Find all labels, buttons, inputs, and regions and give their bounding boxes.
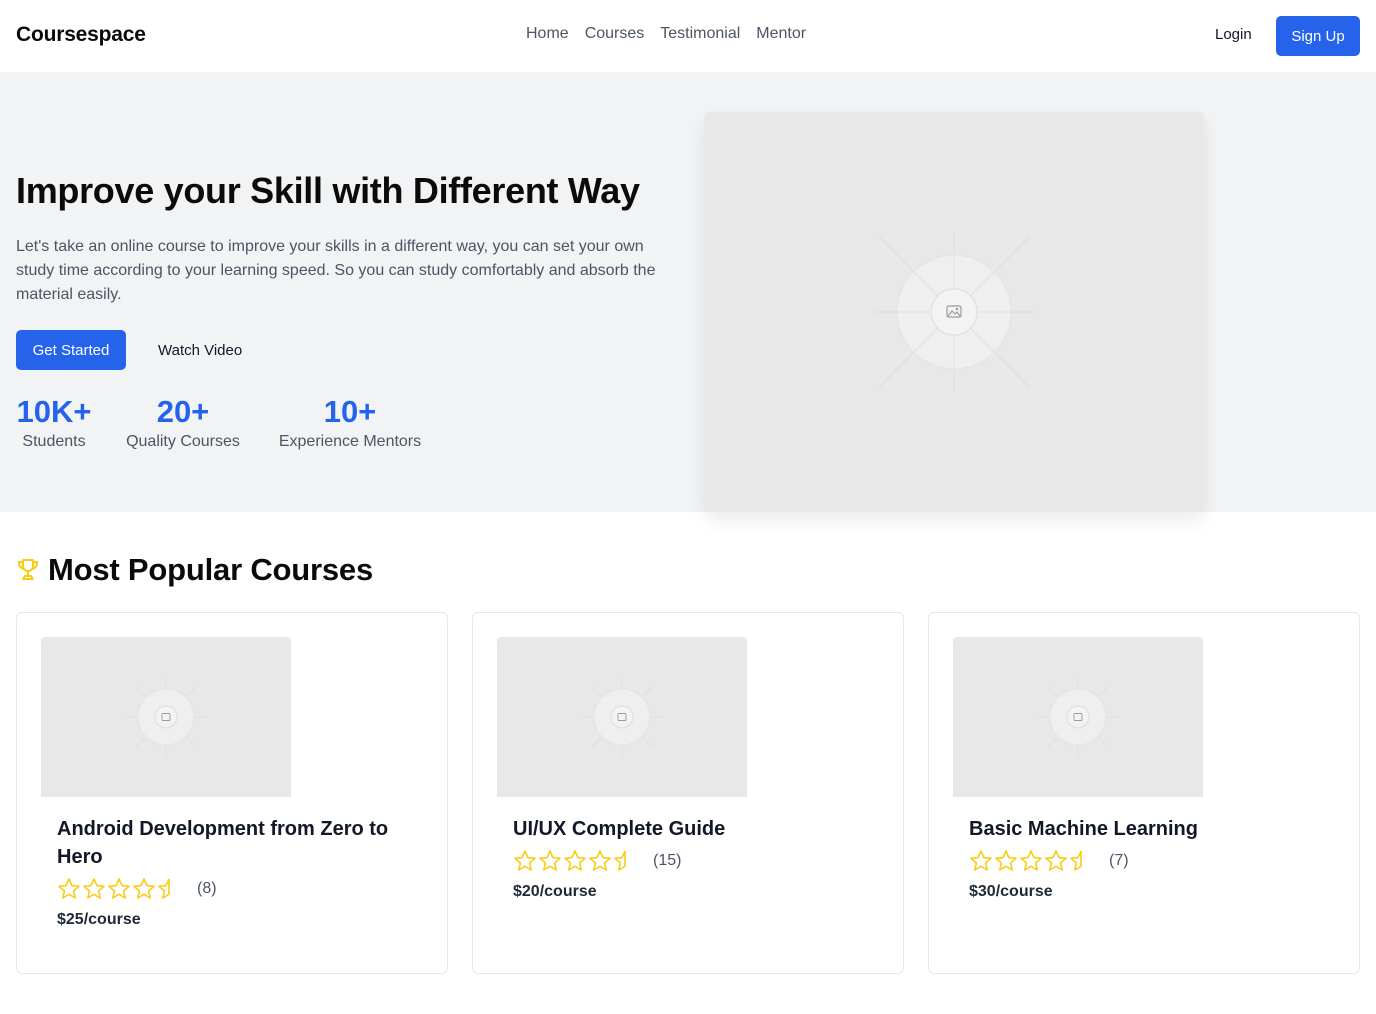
star-half-icon [614,850,626,871]
course-card[interactable]: UI/UX Complete Guide (15) $20/course [472,612,904,974]
image-placeholder-icon [582,677,662,757]
get-started-button[interactable]: Get Started [16,330,126,370]
course-card[interactable]: Android Development from Zero to Hero (8… [16,612,448,974]
course-title[interactable]: Android Development from Zero to Hero [57,815,417,871]
stat-label: Experience Mentors [278,433,422,450]
star-icon [83,878,105,899]
course-image-placeholder [953,637,1203,797]
star-half-icon [158,878,170,899]
image-placeholder-icon [126,677,206,757]
star-icon [514,850,536,871]
main-nav: Home Courses Testimonial Mentor [518,25,814,43]
nav-link-courses[interactable]: Courses [577,25,653,43]
course-rating: (8) [57,877,217,901]
course-image-placeholder [41,637,291,797]
rating-count: (15) [653,852,682,869]
stat-courses: 20+ Quality Courses [122,394,244,452]
hero-description: Let's take an online course to improve y… [16,238,656,303]
course-title[interactable]: Basic Machine Learning [969,815,1329,843]
popular-courses-header: Most Popular Courses [16,552,373,588]
star-icon [539,850,561,871]
stat-label: Students [22,433,86,450]
star-icon [58,878,80,899]
nav-link-mentor[interactable]: Mentor [748,25,814,43]
image-placeholder-icon [874,232,1034,392]
hero-section: Improve your Skill with Different Way Le… [0,72,1376,512]
star-icon [589,850,611,871]
site-logo[interactable]: Coursespace [16,23,146,47]
stat-value: 10K+ [16,394,92,429]
star-icon [995,850,1017,871]
course-price: $20/course [513,883,597,900]
course-rating: (15) [513,849,681,873]
course-title[interactable]: UI/UX Complete Guide [513,815,873,843]
star-half-icon [1070,850,1082,871]
course-card[interactable]: Basic Machine Learning (7) $30/course [928,612,1360,974]
star-icon [1045,850,1067,871]
image-placeholder-icon [1038,677,1118,757]
stat-label: Quality Courses [126,433,240,450]
stat-value: 20+ [156,394,210,429]
nav-link-home[interactable]: Home [518,25,577,43]
course-rating: (7) [969,849,1129,873]
trophy-icon [18,559,38,580]
rating-stars [969,849,1093,873]
stat-mentors: 10+ Experience Mentors [274,394,426,452]
star-icon [108,878,130,899]
stat-value: 10+ [323,394,377,429]
star-icon [970,850,992,871]
course-price: $30/course [969,883,1053,900]
hero-title: Improve your Skill with Different Way [16,170,640,211]
star-icon [564,850,586,871]
stat-students: 10K+ Students [16,394,92,452]
rating-count: (7) [1109,852,1129,869]
rating-stars [513,849,637,873]
signup-button[interactable]: Sign Up [1276,16,1360,56]
rating-stars [57,877,181,901]
watch-video-button[interactable]: Watch Video [148,330,252,370]
course-price: $25/course [57,911,141,928]
rating-count: (8) [197,880,217,897]
nav-link-testimonial[interactable]: Testimonial [652,25,748,43]
login-button[interactable]: Login [1205,26,1262,43]
star-icon [133,878,155,899]
course-image-placeholder [497,637,747,797]
star-icon [1020,850,1042,871]
site-header: Coursespace Home Courses Testimonial Men… [0,0,1376,72]
hero-image-placeholder [704,112,1204,512]
section-title: Most Popular Courses [48,552,373,587]
